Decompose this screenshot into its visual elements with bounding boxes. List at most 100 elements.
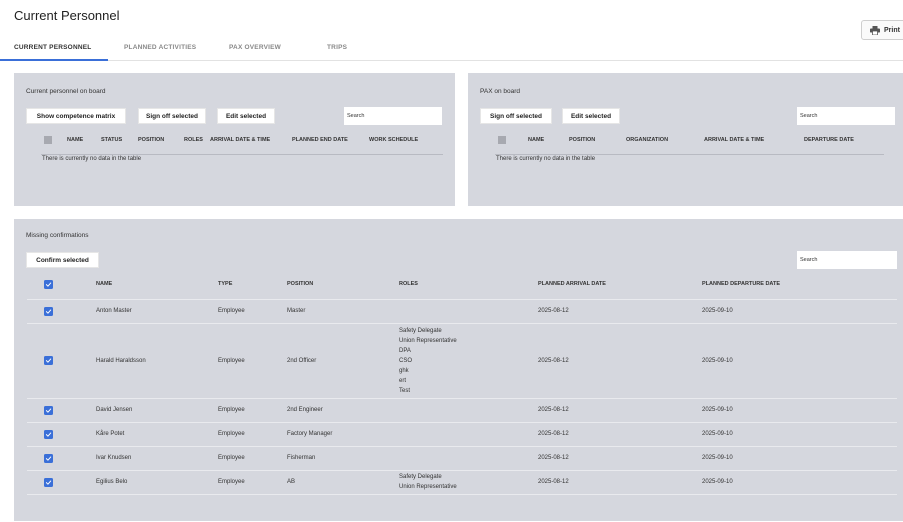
- col-header-work-schedule[interactable]: WORK SCHEDULE: [369, 137, 418, 143]
- row-position: AB: [287, 479, 296, 485]
- row-checkbox[interactable]: [44, 453, 53, 463]
- row-name: Egilius Belo: [96, 479, 128, 485]
- checkmark-icon: [45, 455, 52, 461]
- row-divider: [27, 446, 897, 447]
- edit-selected-button[interactable]: Edit selected: [217, 108, 275, 124]
- checkmark-icon: [45, 282, 52, 287]
- personnel-panel-title: Current personnel on board: [26, 88, 106, 95]
- row-type: Employee: [218, 308, 245, 314]
- checkmark-icon: [45, 407, 52, 413]
- personnel-search-input[interactable]: [344, 107, 442, 125]
- printer-icon: [870, 25, 880, 35]
- row-name: Kåre Potet: [96, 431, 125, 437]
- row-position: 2nd Engineer: [287, 407, 323, 413]
- tab-pax-overview[interactable]: PAX OVERVIEW: [229, 44, 281, 51]
- missing-col-header-name[interactable]: NAME: [96, 281, 112, 287]
- pax-on-board-panel: PAX on board Sign off selected Edit sele…: [468, 73, 903, 206]
- row-type: Employee: [218, 431, 245, 437]
- pax-col-header-departure[interactable]: DEPARTURE DATE: [804, 137, 854, 143]
- row-roles: Safety Delegate Union Representative: [399, 474, 457, 490]
- row-checkbox[interactable]: [44, 306, 53, 316]
- col-header-planned-end[interactable]: PLANNED END DATE: [292, 137, 348, 143]
- tab-current-personnel[interactable]: CURRENT PERSONNEL: [14, 44, 91, 51]
- col-header-roles[interactable]: ROLES: [184, 137, 203, 143]
- row-divider: [27, 494, 897, 495]
- row-departure-date: 2025-09-10: [702, 308, 733, 314]
- pax-panel-title: PAX on board: [480, 88, 520, 95]
- row-arrival-date: 2025-08-12: [538, 479, 569, 485]
- pax-col-header-organization[interactable]: ORGANIZATION: [626, 137, 668, 143]
- row-position: 2nd Officer: [287, 357, 317, 364]
- active-tab-indicator: [0, 59, 108, 61]
- row-checkbox[interactable]: [44, 405, 53, 415]
- tab-planned-activities[interactable]: PLANNED ACTIVITIES: [124, 44, 196, 51]
- row-arrival-date: 2025-08-12: [538, 308, 569, 314]
- row-divider: [27, 422, 897, 423]
- missing-col-header-roles[interactable]: ROLES: [399, 281, 418, 287]
- col-header-position[interactable]: POSITION: [138, 137, 164, 143]
- row-type: Employee: [218, 407, 245, 413]
- missing-col-header-position[interactable]: POSITION: [287, 281, 313, 287]
- row-checkbox[interactable]: [44, 429, 53, 439]
- row-checkbox[interactable]: [44, 356, 53, 365]
- row-type: Employee: [218, 479, 245, 485]
- pax-sign-off-selected-button[interactable]: Sign off selected: [480, 108, 552, 124]
- pax-col-header-position[interactable]: POSITION: [569, 137, 595, 143]
- row-name: Ivar Knudsen: [96, 455, 132, 461]
- row-checkbox[interactable]: [44, 477, 53, 487]
- row-roles: Safety Delegate Union Representative DPA…: [399, 327, 457, 394]
- pax-select-all-checkbox[interactable]: [498, 136, 506, 144]
- personnel-on-board-panel: Current personnel on board Show competen…: [14, 73, 455, 206]
- col-header-status[interactable]: STATUS: [101, 137, 122, 143]
- row-divider: [27, 470, 897, 471]
- select-all-checkbox-checked[interactable]: [44, 280, 53, 289]
- tab-trips[interactable]: TRIPS: [327, 44, 347, 51]
- row-arrival-date: 2025-08-12: [538, 357, 569, 364]
- show-competence-matrix-button[interactable]: Show competence matrix: [26, 108, 126, 124]
- checkmark-icon: [45, 358, 52, 363]
- row-arrival-date: 2025-08-12: [538, 455, 569, 461]
- missing-col-header-type[interactable]: TYPE: [218, 281, 232, 287]
- print-label: Print: [884, 26, 900, 34]
- row-arrival-date: 2025-08-12: [538, 431, 569, 437]
- checkmark-icon: [45, 431, 52, 437]
- empty-table-message: There is currently no data in the table: [42, 156, 142, 162]
- row-departure-date: 2025-09-10: [702, 479, 733, 485]
- row-arrival-date: 2025-08-12: [538, 407, 569, 413]
- header-divider: [27, 299, 897, 300]
- confirm-selected-button[interactable]: Confirm selected: [26, 252, 99, 268]
- row-position: Master: [287, 308, 306, 314]
- row-divider: [27, 323, 897, 324]
- pax-col-header-arrival[interactable]: ARRIVAL DATE & TIME: [704, 137, 764, 143]
- row-type: Employee: [218, 455, 245, 461]
- col-header-name[interactable]: NAME: [67, 137, 83, 143]
- checkmark-icon: [45, 308, 52, 314]
- missing-confirmations-panel: Missing confirmations Confirm selected: [14, 219, 903, 521]
- missing-search-input[interactable]: [797, 251, 897, 269]
- select-all-checkbox[interactable]: [44, 136, 52, 144]
- missing-col-header-departure[interactable]: PLANNED DEPARTURE DATE: [702, 281, 780, 287]
- col-header-arrival[interactable]: ARRIVAL DATE & TIME: [210, 137, 270, 143]
- row-name: Anton Master: [96, 308, 132, 314]
- header-divider: [41, 154, 443, 155]
- row-name: David Jensen: [96, 407, 133, 413]
- missing-panel-title: Missing confirmations: [26, 232, 89, 239]
- row-position: Fisherman: [287, 455, 316, 461]
- row-name: Harald Haraldsson: [96, 357, 146, 364]
- row-departure-date: 2025-09-10: [702, 455, 733, 461]
- row-departure-date: 2025-09-10: [702, 431, 733, 437]
- row-departure-date: 2025-09-10: [702, 407, 733, 413]
- pax-search-input[interactable]: [797, 107, 895, 125]
- row-type: Employee: [218, 357, 245, 364]
- missing-col-header-arrival[interactable]: PLANNED ARRIVAL DATE: [538, 281, 606, 287]
- tab-bar: CURRENT PERSONNEL PLANNED ACTIVITIES PAX…: [0, 38, 903, 61]
- pax-edit-selected-button[interactable]: Edit selected: [562, 108, 620, 124]
- sign-off-selected-button[interactable]: Sign off selected: [138, 108, 206, 124]
- row-position: Factory Manager: [287, 431, 333, 437]
- page-title: Current Personnel: [14, 8, 120, 23]
- row-departure-date: 2025-09-10: [702, 357, 733, 364]
- checkmark-icon: [45, 479, 52, 485]
- print-button[interactable]: Print: [861, 20, 903, 40]
- pax-col-header-name[interactable]: NAME: [528, 137, 544, 143]
- row-divider: [27, 398, 897, 399]
